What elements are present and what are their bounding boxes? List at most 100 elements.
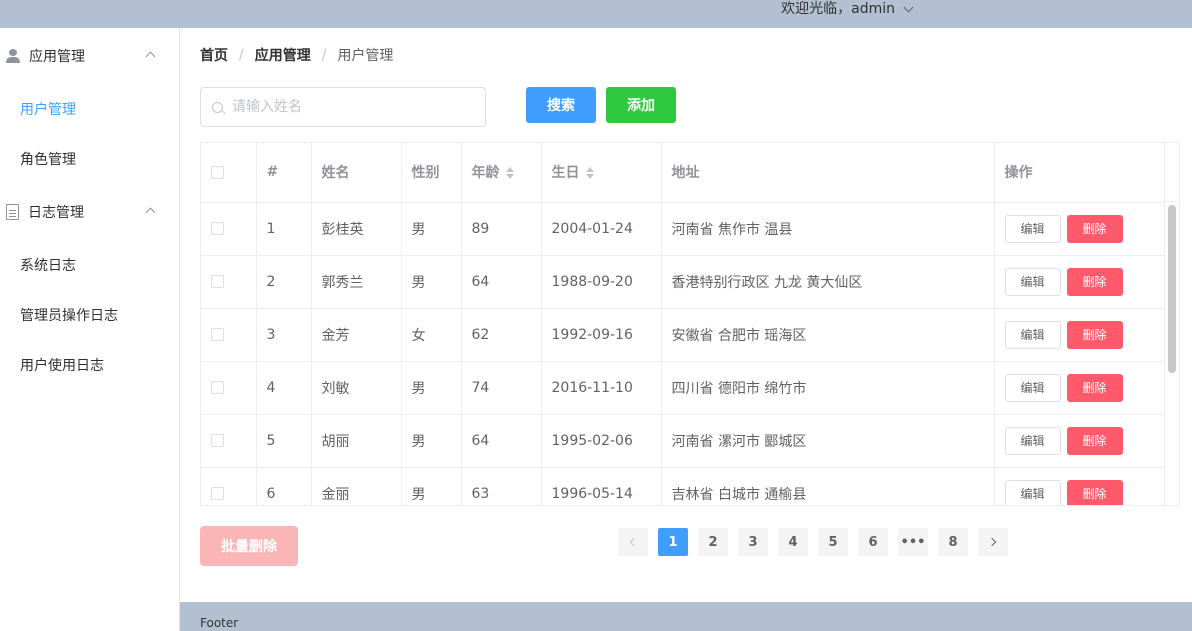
cell-index: 1 — [256, 202, 312, 256]
page-button-6[interactable]: 6 — [858, 528, 888, 556]
cell-gender: 男 — [401, 202, 462, 256]
column-header-actions: 操作 — [994, 143, 1165, 203]
delete-button[interactable]: 删除 — [1066, 373, 1123, 402]
breadcrumb-separator: / — [321, 47, 327, 63]
table-row: 5 胡丽 男 64 1995-02-06 河南省 漯河市 郾城区 编辑 删除 — [201, 414, 1165, 468]
search-field[interactable] — [200, 87, 486, 127]
sidebar-item-admin-log[interactable]: 管理员操作日志 — [0, 290, 179, 340]
chevron-up-icon — [145, 207, 156, 218]
cell-gender: 女 — [401, 308, 462, 362]
search-button[interactable]: 搜索 — [526, 87, 596, 123]
sidebar-group-log-management[interactable]: 日志管理 — [0, 184, 179, 240]
column-header-birthday-label: 生日 — [551, 165, 580, 182]
column-header-age-label: 年龄 — [471, 165, 500, 182]
select-cell — [201, 308, 257, 362]
header-select-cell — [201, 143, 257, 203]
top-header: 欢迎光临，admin — [0, 0, 1192, 28]
sidebar-group-app-management[interactable]: 应用管理 — [0, 28, 179, 84]
cell-index: 4 — [256, 361, 312, 415]
cell-index: 2 — [256, 255, 312, 309]
cell-actions: 编辑 删除 — [994, 308, 1165, 362]
chevron-left-icon — [629, 537, 639, 547]
select-cell — [201, 361, 257, 415]
cell-age: 64 — [461, 255, 542, 309]
row-checkbox[interactable] — [211, 381, 224, 394]
page-button-1[interactable]: 1 — [658, 528, 688, 556]
sidebar: 应用管理 用户管理 角色管理 日志管理 系统日志 管理员操作日志 用户使用日志 — [0, 28, 180, 631]
edit-button[interactable]: 编辑 — [1004, 373, 1061, 402]
pagination: 1 2 3 4 5 6 ••• 8 — [618, 528, 1018, 556]
sidebar-item-user-log[interactable]: 用户使用日志 — [0, 340, 179, 390]
edit-button[interactable]: 编辑 — [1004, 267, 1061, 296]
delete-button[interactable]: 删除 — [1066, 479, 1123, 505]
sidebar-item-role-management[interactable]: 角色管理 — [0, 134, 179, 184]
breadcrumb-app-management[interactable]: 应用管理 — [255, 45, 311, 65]
sort-icon[interactable] — [505, 167, 514, 180]
cell-name: 金丽 — [311, 467, 402, 505]
cell-address: 吉林省 白城市 通榆县 — [661, 467, 995, 505]
user-menu[interactable]: 欢迎光临，admin — [781, 0, 914, 18]
user-icon — [6, 49, 20, 63]
select-all-checkbox[interactable] — [211, 165, 224, 179]
cell-actions: 编辑 删除 — [994, 467, 1165, 505]
cell-gender: 男 — [401, 361, 462, 415]
user-table: # 姓名 性别 年龄 生日 地址 操作 1 彭桂英 男 89 2004-01-2… — [200, 142, 1180, 506]
cell-actions: 编辑 删除 — [994, 202, 1165, 256]
page-button-8[interactable]: 8 — [938, 528, 968, 556]
row-checkbox[interactable] — [211, 328, 224, 341]
page-button-4[interactable]: 4 — [778, 528, 808, 556]
sidebar-group-label: 日志管理 — [28, 205, 84, 221]
cell-index: 3 — [256, 308, 312, 362]
cell-age: 63 — [461, 467, 542, 505]
sidebar-item-user-management[interactable]: 用户管理 — [0, 84, 179, 134]
row-checkbox[interactable] — [211, 434, 224, 447]
cell-name: 刘敏 — [311, 361, 402, 415]
cell-index: 6 — [256, 467, 312, 505]
footer-text: Footer — [200, 616, 239, 630]
batch-delete-button[interactable]: 批量删除 — [200, 526, 298, 566]
scrollbar-thumb[interactable] — [1168, 205, 1176, 373]
column-header-birthday[interactable]: 生日 — [541, 143, 662, 203]
cell-birthday: 1988-09-20 — [541, 255, 662, 309]
column-header-index: # — [256, 143, 312, 203]
cell-age: 89 — [461, 202, 542, 256]
column-header-age[interactable]: 年龄 — [461, 143, 542, 203]
cell-birthday: 2016-11-10 — [541, 361, 662, 415]
prev-page-button[interactable] — [618, 528, 648, 556]
footer: Footer — [180, 602, 1192, 631]
cell-name: 彭桂英 — [311, 202, 402, 256]
cell-actions: 编辑 删除 — [994, 255, 1165, 309]
cell-address: 河南省 漯河市 郾城区 — [661, 414, 995, 468]
delete-button[interactable]: 删除 — [1066, 214, 1123, 243]
more-pages-button[interactable]: ••• — [898, 528, 928, 556]
page-button-2[interactable]: 2 — [698, 528, 728, 556]
edit-button[interactable]: 编辑 — [1004, 426, 1061, 455]
delete-button[interactable]: 删除 — [1066, 320, 1123, 349]
chevron-right-icon — [987, 537, 997, 547]
next-page-button[interactable] — [978, 528, 1008, 556]
sidebar-item-system-log[interactable]: 系统日志 — [0, 240, 179, 290]
cell-address: 河南省 焦作市 温县 — [661, 202, 995, 256]
delete-button[interactable]: 删除 — [1066, 267, 1123, 296]
edit-button[interactable]: 编辑 — [1004, 479, 1061, 505]
add-button[interactable]: 添加 — [606, 87, 676, 123]
page-button-3[interactable]: 3 — [738, 528, 768, 556]
edit-button[interactable]: 编辑 — [1004, 320, 1061, 349]
breadcrumb-separator: / — [239, 47, 244, 63]
scrollbar-gutter — [1164, 143, 1179, 202]
sort-icon[interactable] — [585, 167, 594, 180]
cell-name: 胡丽 — [311, 414, 402, 468]
row-checkbox[interactable] — [211, 275, 224, 288]
sidebar-group-label: 应用管理 — [29, 49, 85, 65]
row-checkbox[interactable] — [211, 222, 224, 235]
breadcrumb-home[interactable]: 首页 — [200, 45, 228, 65]
row-checkbox[interactable] — [211, 487, 224, 500]
cell-age: 62 — [461, 308, 542, 362]
cell-birthday: 1992-09-16 — [541, 308, 662, 362]
table-header-row: # 姓名 性别 年龄 生日 地址 操作 — [201, 143, 1165, 203]
page-button-5[interactable]: 5 — [818, 528, 848, 556]
delete-button[interactable]: 删除 — [1066, 426, 1123, 455]
cell-birthday: 1995-02-06 — [541, 414, 662, 468]
search-input[interactable] — [232, 99, 472, 115]
edit-button[interactable]: 编辑 — [1004, 214, 1061, 243]
